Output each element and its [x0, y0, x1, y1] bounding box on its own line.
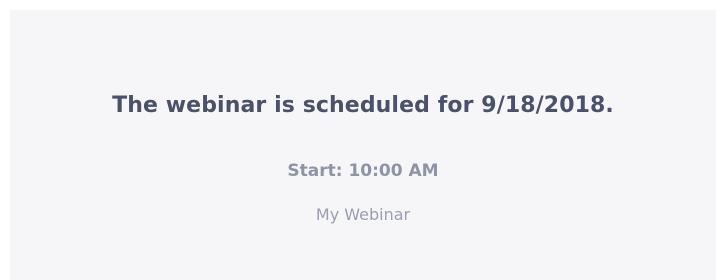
scheduled-message: The webinar is scheduled for 9/18/2018. — [112, 93, 614, 118]
webinar-schedule-panel: The webinar is scheduled for 9/18/2018. … — [10, 10, 716, 280]
webinar-name: My Webinar — [315, 205, 411, 224]
start-time: Start: 10:00 AM — [287, 161, 439, 181]
